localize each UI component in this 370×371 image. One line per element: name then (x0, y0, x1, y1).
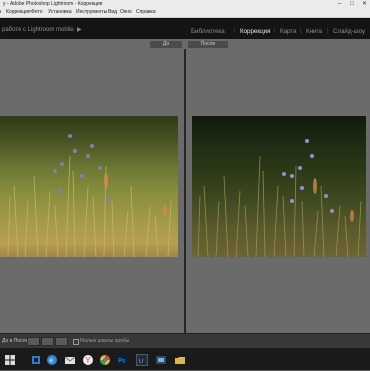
after-photo[interactable] (192, 116, 366, 257)
minimize-button[interactable]: – (338, 0, 341, 8)
before-label: До (150, 41, 182, 48)
svg-text:Lr: Lr (139, 359, 144, 365)
module-separator: | (234, 28, 236, 34)
copy-before-to-after-button[interactable] (41, 337, 54, 346)
windows-icon[interactable] (4, 353, 16, 365)
module-library[interactable]: Библиотека (191, 28, 225, 35)
compare-divider[interactable] (184, 49, 186, 333)
svg-text:e: e (49, 358, 53, 365)
menu-item-file[interactable]: ка (0, 8, 1, 17)
svg-text:Ps: Ps (118, 359, 125, 365)
app-icon[interactable] (155, 353, 167, 365)
close-button[interactable]: ✕ (362, 0, 367, 8)
before-photo[interactable] (0, 116, 178, 257)
module-develop[interactable]: Коррекция (240, 28, 270, 35)
photoshop-icon[interactable]: Ps (116, 353, 128, 365)
develop-toolbar: До и После: Малые шкалы пробы (0, 333, 370, 348)
folder-icon[interactable] (174, 353, 186, 365)
menu-item-view[interactable]: Вид (108, 8, 117, 17)
menu-bar: ка Коррекция Фото Установка Инструменты … (0, 8, 370, 18)
menu-item-window[interactable]: Окно (120, 8, 132, 17)
maximize-button[interactable]: □ (350, 0, 354, 8)
menu-item-tools[interactable]: Инструменты (76, 8, 107, 17)
mail-icon[interactable] (64, 353, 76, 365)
menu-item-help[interactable]: Справка (136, 8, 156, 17)
search-icon[interactable] (30, 353, 42, 365)
mobile-sync-text[interactable]: работе с Lightroom mobile (2, 27, 74, 33)
sample-checkbox[interactable] (73, 339, 79, 345)
swap-before-after-button[interactable] (27, 337, 40, 346)
module-book[interactable]: Книга (306, 28, 322, 35)
module-map[interactable]: Карта (280, 28, 297, 35)
yandex-icon[interactable]: Y (82, 353, 94, 365)
edge-icon[interactable]: e (46, 353, 58, 365)
svg-text:Y: Y (85, 356, 91, 365)
menu-item-settings[interactable]: Установка (48, 8, 72, 17)
after-label: После (188, 41, 228, 48)
module-separator: | (300, 28, 302, 34)
compare-labels-bar (0, 39, 370, 49)
taskbar: e Y Ps Lr (0, 348, 370, 370)
sample-checkbox-label: Малые шкалы пробы (80, 338, 130, 344)
module-separator: | (274, 28, 276, 34)
menu-item-photo[interactable]: Фото (31, 8, 43, 17)
copy-after-to-before-button[interactable] (55, 337, 68, 346)
chrome-icon[interactable] (99, 353, 111, 365)
before-after-label: До и После: (2, 338, 30, 344)
module-separator: | (327, 28, 329, 34)
module-slideshow[interactable]: Слайд-шоу (333, 28, 365, 35)
title-bar: у - Adobe Photoshop Lightroom - Коррекци… (0, 0, 370, 8)
lightroom-icon[interactable]: Lr (135, 353, 149, 367)
menu-item-develop[interactable]: Коррекция (6, 8, 31, 17)
play-arrow-icon[interactable]: ▶ (77, 26, 82, 33)
window-title: у - Adobe Photoshop Lightroom - Коррекци… (3, 1, 103, 7)
